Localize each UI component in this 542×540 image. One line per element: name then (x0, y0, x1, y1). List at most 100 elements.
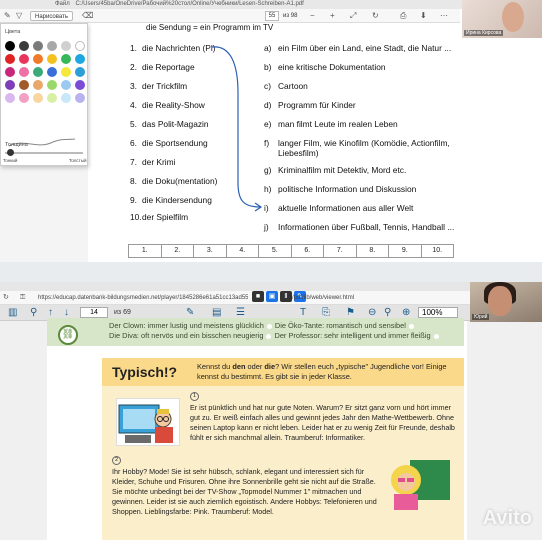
answer-table: 1. 2. 3. 4. 5. 6. 7. 8. 9. 10. (128, 244, 454, 258)
color-swatch[interactable] (33, 67, 43, 77)
browser-address-bar: ↻ ⚿ https://educap.datenbank-bildungsmed… (0, 291, 470, 305)
typisch-section: Typisch!? Kennst du den oder die? Wir st… (102, 358, 464, 540)
list-item: 5. das Polit-Magazin (130, 119, 209, 129)
participant-video[interactable]: Ирина Кирсова (462, 0, 542, 38)
rotate-icon[interactable]: ↻ (372, 11, 379, 21)
participant-face (488, 286, 512, 316)
side-panel (460, 9, 542, 262)
save-icon[interactable]: ⬇ (420, 11, 427, 21)
color-swatch[interactable] (33, 80, 43, 90)
table-cell[interactable]: 10. (422, 245, 454, 257)
color-swatch[interactable] (5, 41, 15, 51)
list-item: b) eine kritische Dokumentation (264, 62, 386, 72)
color-swatch[interactable] (61, 41, 71, 51)
viewer-margin (0, 321, 47, 540)
sidebar-toggle-icon[interactable]: ▥ (8, 307, 17, 319)
list-item: c) Cartoon (264, 81, 308, 91)
color-swatch[interactable] (75, 41, 85, 51)
minus-icon[interactable]: − (310, 11, 315, 21)
thickness-slider[interactable] (5, 152, 83, 154)
search-icon[interactable]: ⚲ (30, 307, 37, 319)
color-swatch[interactable] (33, 41, 43, 51)
color-swatch[interactable] (47, 41, 57, 51)
fit-page-icon[interactable]: ⤢ (350, 11, 356, 21)
character-summary-box: Der Clown: immer lustig und meistens glü… (47, 318, 464, 346)
table-cell[interactable]: 6. (292, 245, 324, 257)
highlighter-icon[interactable]: ▽ (16, 11, 22, 21)
list-item: g) Kriminalfilm mit Detektiv, Mord etc. (264, 165, 407, 175)
color-swatch[interactable] (61, 54, 71, 64)
color-swatch[interactable] (47, 54, 57, 64)
share-screen-icon[interactable]: ▣ (266, 291, 278, 302)
participant-video[interactable]: Юрий (470, 282, 542, 322)
color-swatch[interactable] (61, 67, 71, 77)
table-cell[interactable]: 9. (389, 245, 422, 257)
participant-name: Юрий (472, 314, 490, 320)
plus-icon[interactable]: + (330, 11, 335, 21)
pen-icon[interactable]: ✎ (4, 11, 11, 21)
list-item: j) Informationen über Fußball, Tennis, Ha… (264, 222, 455, 232)
section-header: Typisch!? Kennst du den oder die? Wir st… (102, 358, 464, 386)
table-cell[interactable]: 1. (129, 245, 162, 257)
color-swatch[interactable] (47, 93, 57, 103)
color-swatch[interactable] (75, 80, 85, 90)
color-swatch[interactable] (19, 54, 29, 64)
participant-name: Ирина Кирсова (464, 30, 504, 36)
eraser-icon[interactable]: ⌫ (82, 11, 93, 21)
paragraph-text: Er ist pünktlich und hat nur gute Noten.… (190, 403, 455, 442)
page-number-input[interactable]: 55 (265, 11, 279, 21)
table-cell[interactable]: 8. (357, 245, 389, 257)
list-item: 1. die Nachrichten (Pl) (130, 43, 216, 53)
more-icon[interactable]: ⋯ (440, 11, 448, 21)
paragraph-text: Ihr Hobby? Mode! Sie ist sehr hübsch, sc… (112, 467, 377, 516)
color-swatch[interactable] (61, 93, 71, 103)
table-cell[interactable]: 4. (227, 245, 259, 257)
color-swatch[interactable] (47, 67, 57, 77)
divider (0, 262, 542, 282)
link-icon[interactable]: ⛓ (58, 325, 78, 345)
table-cell[interactable]: 2. (162, 245, 194, 257)
color-swatch[interactable] (5, 80, 15, 90)
draw-button[interactable]: Нарисовать (30, 11, 73, 21)
reload-icon[interactable]: ↻ (3, 293, 9, 303)
stop-share-icon[interactable]: ■ (252, 291, 264, 302)
color-swatch[interactable] (47, 80, 57, 90)
color-swatch[interactable] (75, 93, 85, 103)
list-item: d) Programm für Kinder (264, 100, 356, 110)
color-swatch[interactable] (19, 67, 29, 77)
color-swatch[interactable] (33, 93, 43, 103)
section-intro: Kennst du den oder die? Wir stellen euch… (197, 362, 447, 381)
paragraph-2: 2 Ihr Hobby? Mode! Sie ist sehr hübsch, … (112, 454, 380, 517)
pause-icon[interactable]: Ⅱ (280, 291, 292, 302)
color-swatch[interactable] (61, 80, 71, 90)
page-number-input[interactable]: 14 (80, 307, 108, 318)
color-swatch[interactable] (33, 54, 43, 64)
top-title-bar: Файл C:/Users/45ba/OneDrive/Рабочий%20ст… (0, 0, 542, 9)
list-item: 6. die Sportsendung (130, 138, 208, 148)
zoom-level-select[interactable]: 100% (418, 307, 458, 318)
print-icon[interactable]: ⎙ (400, 11, 406, 21)
slider-thumb[interactable] (7, 149, 14, 156)
table-cell[interactable]: 5. (259, 245, 292, 257)
color-swatches (5, 41, 87, 103)
section-title: Typisch!? (112, 364, 178, 380)
lock-icon: ⚿ (20, 294, 26, 301)
bottom-screen-share: ↻ ⚿ https://educap.datenbank-bildungsmed… (0, 282, 542, 540)
table-cell[interactable]: 3. (194, 245, 227, 257)
thick-label: Толстый (69, 158, 87, 163)
table-cell[interactable]: 7. (324, 245, 357, 257)
file-tab[interactable]: Файл (55, 1, 70, 7)
color-swatch[interactable] (5, 67, 15, 77)
color-swatch[interactable] (19, 93, 29, 103)
color-swatch[interactable] (19, 41, 29, 51)
summary-row: Die Diva: oft nervös und ein bisschen ne… (109, 331, 464, 341)
color-swatch[interactable] (75, 67, 85, 77)
url-text[interactable]: https://educap.datenbank-bildungsmedien.… (38, 293, 248, 303)
colors-label: Цвета (5, 29, 21, 35)
color-swatch[interactable] (5, 93, 15, 103)
color-swatch[interactable] (5, 54, 15, 64)
color-swatch[interactable] (19, 80, 29, 90)
color-swatch[interactable] (75, 54, 85, 64)
list-item: f) langer Film, wie Kinofilm (Komödie, Ac… (264, 138, 450, 158)
pdf-page-top: die Sendung = ein Programm im TV 1. die N… (88, 23, 460, 262)
